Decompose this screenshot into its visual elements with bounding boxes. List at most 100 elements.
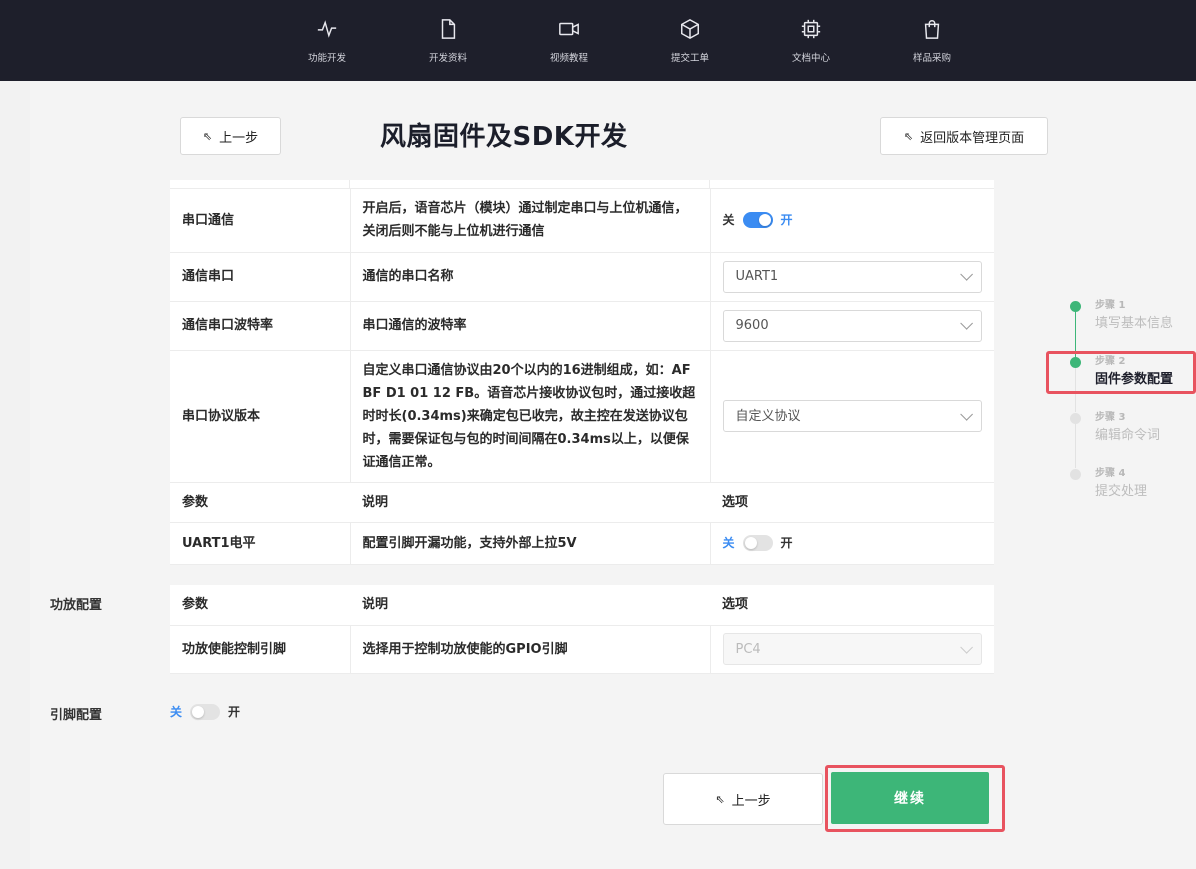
table-sub-header: 参数 说明 选项 xyxy=(170,482,994,523)
chevron-down-icon xyxy=(959,640,973,654)
step-title: 编辑命令词 xyxy=(1095,428,1161,443)
desc-cell: 串口通信的波特率 xyxy=(350,301,711,351)
table-row: 通信串口波特率 串口通信的波特率 9600 xyxy=(170,301,994,351)
serial-config-table: 串口通信 开启后，语音芯片（模块）通过制定串口与上位机通信，关闭后则不能与上位机… xyxy=(170,189,994,565)
option-cell: 关 开 xyxy=(710,189,994,253)
switch-off-label: 关 xyxy=(722,535,735,550)
video-icon xyxy=(559,22,579,36)
arrow-up-left-icon: ⇖ xyxy=(903,129,914,143)
table-row: UART1电平 配置引脚开漏功能，支持外部上拉5V 关 开 xyxy=(170,522,994,565)
desc-cell: 开启后，语音芯片（模块）通过制定串口与上位机通信，关闭后则不能与上位机进行通信 xyxy=(350,189,711,253)
desc-cell: 配置引脚开漏功能，支持外部上拉5V xyxy=(350,522,711,565)
step-dot xyxy=(1070,469,1081,480)
option-cell: PC4 xyxy=(710,625,994,674)
step-dot xyxy=(1070,413,1081,424)
top-navbar: 功能开发 开发资料 视频教程 提交工单 文档中心 样品采购 xyxy=(0,0,1196,81)
step-number: 步骤 3 xyxy=(1095,412,1126,423)
uart-level-toggle[interactable] xyxy=(742,535,773,551)
nav-item-submit-ticket[interactable]: 提交工单 xyxy=(650,18,730,65)
switch-on-label: 开 xyxy=(780,535,793,550)
param-cell: 串口协议版本 xyxy=(170,350,351,483)
nav-item-video-tutorials[interactable]: 视频教程 xyxy=(529,18,609,65)
step-dot xyxy=(1070,301,1081,312)
nav-item-dev-docs[interactable]: 开发资料 xyxy=(408,18,488,65)
nav-label: 视频教程 xyxy=(549,53,588,64)
switch-on-label: 开 xyxy=(780,212,793,227)
select-value: PC4 xyxy=(735,641,761,657)
select-value: 9600 xyxy=(735,318,769,333)
arrow-up-left-icon: ⇖ xyxy=(202,129,213,143)
serial-comm-toggle[interactable] xyxy=(742,212,773,229)
header-option: 选项 xyxy=(710,482,994,523)
table-row: 串口通信 开启后，语音芯片（模块）通过制定串口与上位机通信，关闭后则不能与上位机… xyxy=(170,189,994,253)
baud-rate-select[interactable]: 9600 xyxy=(722,309,982,342)
pin-config-label: 引脚配置 xyxy=(50,708,103,723)
serial-port-select[interactable]: UART1 xyxy=(722,260,982,293)
prev-step-label: 上一步 xyxy=(219,130,259,146)
select-value: UART1 xyxy=(735,269,779,284)
nav-item-doc-center[interactable]: 文档中心 xyxy=(771,18,851,65)
page-title: 风扇固件及SDK开发 xyxy=(380,122,628,152)
header-desc: 说明 xyxy=(350,585,710,626)
step-connector xyxy=(1075,424,1076,468)
amp-config-table: 参数 说明 选项 功放使能控制引脚 选择用于控制功放使能的GPIO引脚 PC4 xyxy=(170,585,994,674)
param-cell: UART1电平 xyxy=(170,522,351,565)
chip-icon xyxy=(801,19,821,39)
serial-comm-switch-group: 关 开 xyxy=(723,209,983,232)
table-row: 功放使能控制引脚 选择用于控制功放使能的GPIO引脚 PC4 xyxy=(170,625,994,674)
param-cell: 串口通信 xyxy=(170,189,351,253)
uart-level-switch-group: 关 开 xyxy=(723,532,983,555)
chevron-down-icon xyxy=(959,407,973,421)
nav-label: 文档中心 xyxy=(791,53,830,64)
chevron-down-icon xyxy=(959,317,973,330)
header-param: 参数 xyxy=(170,482,350,523)
option-cell: 9600 xyxy=(710,301,994,351)
step-number: 步骤 1 xyxy=(1095,300,1126,311)
switch-on-label: 开 xyxy=(228,705,241,719)
chevron-down-icon xyxy=(959,268,973,281)
amp-config-label: 功放配置 xyxy=(50,598,103,613)
header-desc: 说明 xyxy=(350,482,710,523)
current-step-highlight xyxy=(1046,351,1196,394)
back-to-version-button[interactable]: ⇖ 返回版本管理页面 xyxy=(880,117,1048,155)
param-cell: 通信串口波特率 xyxy=(170,301,351,351)
pin-config-switch-group: 关 开 xyxy=(170,703,240,720)
table-top-cutoff xyxy=(170,180,994,189)
pin-config-toggle[interactable] xyxy=(190,703,221,720)
step-title: 填写基本信息 xyxy=(1095,316,1174,331)
desc-cell: 通信的串口名称 xyxy=(350,252,711,302)
select-value: 自定义协议 xyxy=(735,408,801,424)
step-number: 步骤 4 xyxy=(1095,468,1126,479)
header-param: 参数 xyxy=(170,585,350,626)
param-cell: 功放使能控制引脚 xyxy=(170,625,351,674)
prev-step-button-top[interactable]: ⇖ 上一步 xyxy=(180,117,281,155)
nav-label: 提交工单 xyxy=(670,53,709,64)
desc-cell: 选择用于控制功放使能的GPIO引脚 xyxy=(350,625,711,674)
nav-item-feature-dev[interactable]: 功能开发 xyxy=(287,18,367,65)
nav-item-sample-purchase[interactable]: 样品采购 xyxy=(892,18,972,65)
activity-icon xyxy=(317,20,337,38)
nav-label: 样品采购 xyxy=(912,53,951,64)
option-cell: 自定义协议 xyxy=(710,350,994,483)
shopping-bag-icon xyxy=(924,20,940,39)
protocol-version-select[interactable]: 自定义协议 xyxy=(722,400,982,432)
switch-off-label: 关 xyxy=(722,212,735,227)
header-option: 选项 xyxy=(710,585,994,626)
desc-cell: 自定义串口通信协议由20个以内的16进制组成，如：AF BF D1 01 12 … xyxy=(350,350,711,483)
table-header: 参数 说明 选项 xyxy=(170,585,994,626)
table-row: 通信串口 通信的串口名称 UART1 xyxy=(170,252,994,302)
prev-step-button-bottom[interactable]: ⇖ 上一步 xyxy=(663,773,823,825)
param-cell: 通信串口 xyxy=(170,252,351,302)
continue-button[interactable]: 继续 xyxy=(831,772,989,824)
box-icon xyxy=(681,18,699,40)
nav-label: 功能开发 xyxy=(307,53,346,64)
amp-pin-select[interactable]: PC4 xyxy=(722,633,982,665)
option-cell: UART1 xyxy=(710,252,994,302)
option-cell: 关 开 xyxy=(710,522,994,565)
nav-label: 开发资料 xyxy=(428,53,467,64)
switch-off-label: 关 xyxy=(170,705,183,719)
document-icon xyxy=(441,19,456,39)
back-to-version-label: 返回版本管理页面 xyxy=(920,130,1025,146)
step-title: 提交处理 xyxy=(1095,484,1148,499)
table-row: 串口协议版本 自定义串口通信协议由20个以内的16进制组成，如：AF BF D1… xyxy=(170,350,994,483)
